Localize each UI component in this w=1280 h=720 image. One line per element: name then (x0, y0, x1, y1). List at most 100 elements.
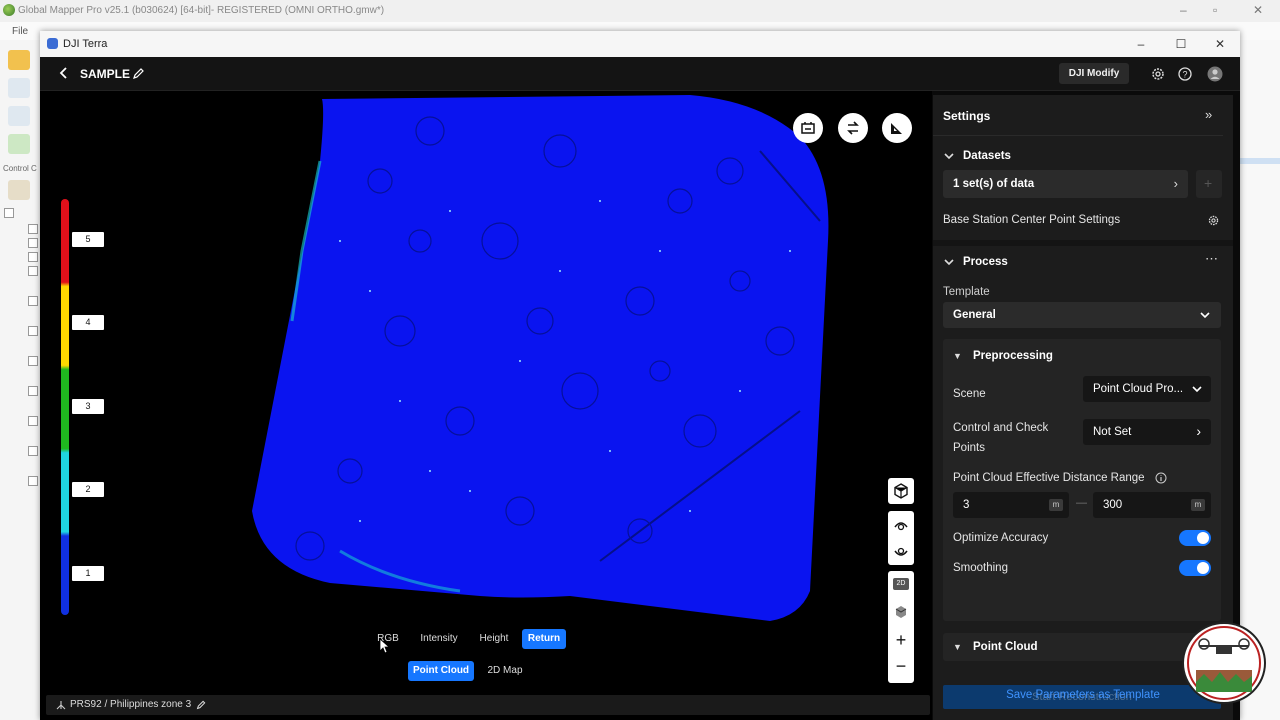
help-icon[interactable]: ? (1177, 66, 1193, 82)
pencil-icon[interactable] (132, 66, 146, 80)
info-icon[interactable] (1155, 472, 1167, 484)
datasets-count: 1 set(s) of data (953, 178, 1035, 190)
tab-return[interactable]: Return (522, 629, 566, 649)
tab-height[interactable]: Height (472, 629, 516, 649)
project-name: SAMPLE (80, 67, 131, 81)
scene-label: Scene (953, 388, 986, 400)
distance-max-value: 300 (1103, 499, 1123, 511)
user-avatar-icon[interactable] (1207, 66, 1223, 82)
menu-file[interactable]: File (12, 26, 28, 37)
collapse-panel-icon[interactable]: » (1205, 107, 1212, 122)
orbit-down-icon[interactable] (893, 543, 909, 559)
layer-checkbox[interactable] (4, 208, 14, 218)
gis-drone-logo-icon (1187, 626, 1261, 700)
minimize-icon[interactable]: – (1130, 35, 1152, 53)
layer-checkbox[interactable] (28, 296, 38, 306)
layer-checkbox[interactable] (28, 252, 38, 262)
pencil-icon[interactable] (196, 699, 207, 710)
clip-tool-button[interactable] (793, 113, 823, 143)
chevron-down-icon[interactable] (943, 150, 955, 162)
layer-checkbox[interactable] (28, 446, 38, 456)
point-cloud-render[interactable] (40, 91, 932, 720)
layer-checkbox[interactable] (28, 416, 38, 426)
legend-color-bar (61, 199, 69, 615)
globe-icon (3, 4, 15, 16)
pan-icon[interactable] (8, 106, 30, 126)
layer-checkbox[interactable] (28, 326, 38, 336)
app-header: SAMPLE DJI Modify ? (40, 57, 1240, 91)
control-points-label-line1: Control and Check (953, 422, 1049, 434)
swap-tool-button[interactable] (838, 113, 868, 143)
triangle-down-icon[interactable]: ▼ (953, 351, 962, 361)
close-icon[interactable]: ✕ (1253, 3, 1263, 17)
control-points-selector[interactable]: Not Set › (1083, 419, 1211, 445)
chevron-down-icon[interactable] (943, 256, 955, 268)
2d-view-button[interactable]: 2D (893, 578, 909, 590)
rotate-tools-group (888, 511, 914, 565)
zoom-group: + − (888, 627, 914, 683)
smoothing-toggle[interactable] (1179, 560, 1211, 576)
point-cloud-title: Point Cloud (973, 641, 1038, 653)
3d-view-button[interactable] (888, 478, 914, 504)
unit-label: m (1191, 499, 1205, 511)
template-value: General (953, 309, 996, 321)
gear-icon[interactable] (1150, 66, 1166, 82)
layer-checkbox[interactable] (28, 238, 38, 248)
save-template-link[interactable]: Save Parameters as Template (933, 689, 1233, 701)
measure-tool-button[interactable] (882, 113, 912, 143)
optimize-accuracy-toggle[interactable] (1179, 530, 1211, 546)
gear-icon[interactable] (1207, 214, 1220, 227)
optimize-accuracy-label: Optimize Accuracy (953, 532, 1049, 544)
divider (933, 135, 1223, 136)
side-view-cube-icon[interactable] (893, 604, 909, 620)
host-toolbar: Control C (0, 40, 43, 720)
layers-icon[interactable] (8, 78, 30, 98)
map-viewport[interactable]: 5 4 3 2 1 2D + − RGB Intensity Height Re… (40, 91, 932, 720)
triangle-down-icon[interactable]: ▼ (953, 642, 962, 652)
more-options-icon[interactable]: ⋯ (1205, 251, 1218, 267)
settings-title: Settings (943, 109, 991, 123)
gis-drone-watermark-logo (1182, 622, 1266, 704)
divider (933, 240, 1233, 246)
cube-globe-icon (894, 483, 908, 499)
chevron-right-icon: › (1196, 423, 1201, 439)
layer-checkbox[interactable] (28, 266, 38, 276)
add-dataset-button[interactable]: + (1196, 170, 1222, 198)
tab-2d-map[interactable]: 2D Map (478, 661, 532, 681)
open-folder-icon[interactable] (8, 50, 30, 70)
layer-checkbox[interactable] (28, 476, 38, 486)
window-title: DJI Terra (63, 38, 108, 50)
template-dropdown[interactable]: General (943, 302, 1221, 328)
host-title: Global Mapper Pro v25.1 (b030624) [64-bi… (18, 5, 385, 16)
maximize-icon[interactable]: ☐ (1170, 35, 1192, 53)
layer-checkbox[interactable] (28, 386, 38, 396)
layer-checkbox[interactable] (28, 224, 38, 234)
layer-checkbox[interactable] (28, 356, 38, 366)
orbit-up-icon[interactable] (893, 517, 909, 533)
host-right-panel (1240, 40, 1280, 720)
play-icon[interactable] (8, 134, 30, 154)
svg-text:?: ? (1182, 70, 1187, 80)
datasets-title: Datasets (963, 150, 1011, 162)
scene-value: Point Cloud Pro... (1093, 383, 1184, 395)
coordinate-system-icon (56, 701, 66, 710)
dji-modify-button[interactable]: DJI Modify (1059, 63, 1129, 84)
scene-dropdown[interactable]: Point Cloud Pro... (1083, 376, 1211, 402)
distance-min-value: 3 (963, 499, 970, 511)
close-icon[interactable]: ✕ (1209, 35, 1231, 53)
template-label: Template (943, 286, 990, 298)
search-icon[interactable] (8, 180, 30, 200)
datasets-selector[interactable]: 1 set(s) of data › (943, 170, 1188, 198)
zoom-out-icon[interactable]: − (888, 656, 914, 677)
legend-tick-3: 3 (72, 399, 104, 414)
minimize-icon[interactable]: – (1180, 3, 1187, 17)
distance-max-input[interactable]: 300 m (1093, 492, 1211, 518)
tab-intensity[interactable]: Intensity (412, 629, 466, 649)
zoom-in-icon[interactable]: + (888, 630, 914, 651)
tab-point-cloud[interactable]: Point Cloud (408, 661, 474, 681)
distance-min-input[interactable]: 3 m (953, 492, 1069, 518)
maximize-icon[interactable]: ▫ (1213, 3, 1217, 17)
back-arrow-icon[interactable] (56, 65, 72, 81)
unit-label: m (1049, 499, 1063, 511)
swap-icon (847, 121, 859, 135)
